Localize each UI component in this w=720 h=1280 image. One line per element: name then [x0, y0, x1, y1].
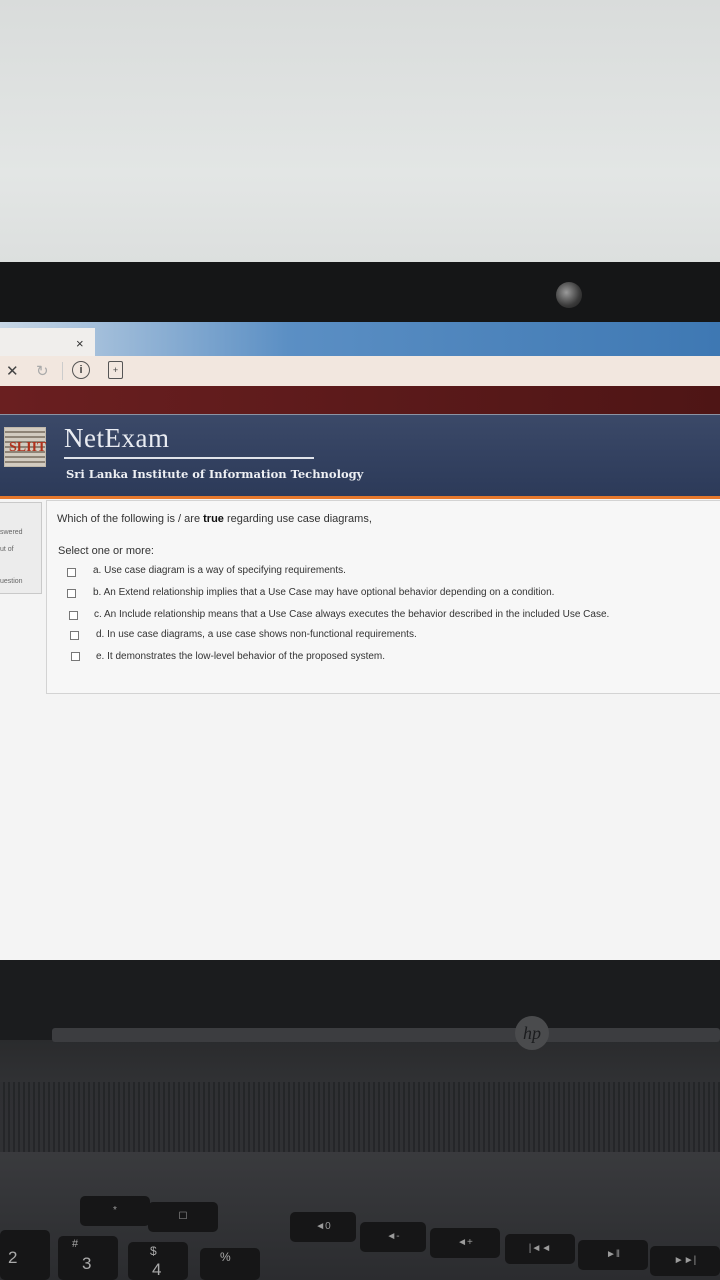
function-key[interactable]: ☐ — [148, 1202, 218, 1232]
browser-toolbar: ✕ ↻ i + — [0, 356, 720, 387]
toolbar-divider — [62, 362, 63, 380]
option-b-checkbox[interactable] — [67, 589, 76, 598]
marks-info: ut of — [0, 546, 14, 553]
key-5[interactable]: % — [200, 1248, 260, 1280]
key-3-label: 3 — [82, 1254, 92, 1273]
option-e-checkbox[interactable] — [71, 652, 80, 661]
key-4-symbol: $ — [150, 1244, 157, 1258]
page-icon[interactable]: + — [108, 361, 123, 379]
option-a-checkbox[interactable] — [67, 568, 76, 577]
mute-key[interactable]: ◄0 — [290, 1212, 356, 1242]
key-2-label: 2 — [8, 1248, 18, 1267]
answer-status: swered — [0, 529, 23, 536]
key-5-symbol: % — [220, 1250, 231, 1264]
option-c-label[interactable]: c. An Include relationship means that a … — [94, 609, 609, 620]
option-b-label[interactable]: b. An Extend relationship implies that a… — [93, 587, 554, 598]
brand-divider — [64, 457, 314, 459]
site-brand[interactable]: NetExam — [64, 423, 169, 454]
volume-down-key[interactable]: ◄- — [360, 1222, 426, 1252]
next-track-key[interactable]: ►►| — [650, 1246, 720, 1276]
option-e-label[interactable]: e. It demonstrates the low-level behavio… — [96, 651, 385, 662]
option-c-checkbox[interactable] — [69, 611, 78, 620]
logo-text: SLIIT — [9, 440, 47, 455]
play-pause-key[interactable]: ►‖ — [578, 1240, 648, 1270]
webcam — [556, 282, 582, 308]
flag-question[interactable]: uestion — [0, 578, 23, 585]
key-2[interactable]: 2 — [0, 1230, 50, 1280]
function-key[interactable]: * — [80, 1196, 150, 1226]
question-info-panel: swered ut of uestion — [0, 502, 42, 594]
browser-tab[interactable]: × — [0, 328, 95, 356]
option-d-label[interactable]: d. In use case diagrams, a use case show… — [96, 629, 417, 640]
key-3[interactable]: 3 # — [58, 1236, 118, 1280]
site-top-bar — [0, 386, 720, 414]
header-accent-line — [0, 496, 720, 499]
hp-logo: hp — [515, 1016, 549, 1050]
sliit-logo: SLIIT — [4, 427, 46, 467]
previous-track-key[interactable]: |◄◄ — [505, 1234, 575, 1264]
close-icon[interactable]: ✕ — [6, 362, 19, 380]
option-a-label[interactable]: a. Use case diagram is a way of specifyi… — [93, 565, 346, 576]
option-d-checkbox[interactable] — [70, 631, 79, 640]
info-icon[interactable]: i — [72, 361, 90, 379]
select-instruction: Select one or more: — [58, 545, 154, 557]
institute-name: Sri Lanka Institute of Information Techn… — [66, 467, 364, 481]
background-wall — [0, 0, 720, 290]
site-header: SLIIT NetExam Sri Lanka Institute of Inf… — [0, 414, 720, 497]
question-box: Which of the following is / are true reg… — [46, 500, 720, 694]
volume-up-key[interactable]: ◄+ — [430, 1228, 500, 1258]
key-4[interactable]: $4 — [128, 1242, 188, 1280]
key-3-symbol: # — [72, 1238, 79, 1250]
tab-close-icon[interactable]: × — [76, 336, 84, 351]
browser-tab-bar: × — [0, 322, 720, 356]
speaker-grille — [0, 1082, 720, 1152]
key-4-label: 4 — [152, 1260, 162, 1279]
laptop-hinge — [52, 1028, 720, 1042]
laptop-screen: × ✕ ↻ i + SLIIT NetExam Sri Lanka Instit… — [0, 322, 720, 972]
question-text: Which of the following is / are true reg… — [57, 513, 372, 525]
reload-icon[interactable]: ↻ — [36, 362, 49, 380]
